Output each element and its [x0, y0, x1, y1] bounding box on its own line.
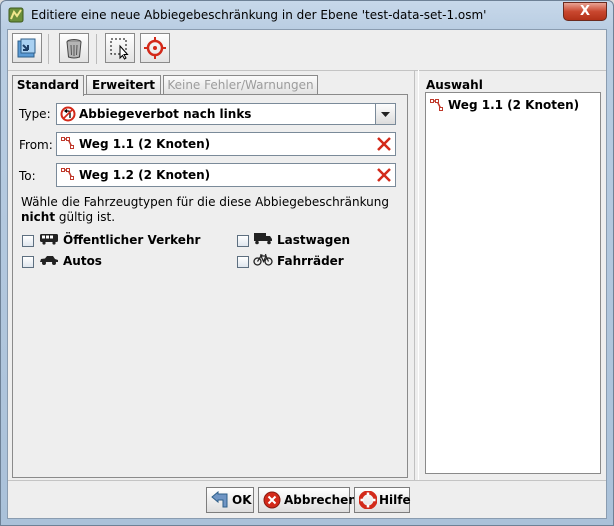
dialog-content: Standard Erweitert Keine Fehler/Warnunge…: [7, 29, 607, 519]
bicycle-icon: [253, 253, 273, 266]
josm-app-icon: [8, 7, 24, 23]
dialog-button-bar: OK Abbrechen Hilfe: [8, 480, 606, 519]
toolbar-separator: [48, 34, 49, 64]
from-way-value: Weg 1.1 (2 Knoten): [79, 137, 211, 151]
selection-pane: Auswahl Weg 1.1 (2 Knoten): [422, 72, 604, 478]
split-pane-divider[interactable]: [414, 70, 419, 480]
toolbar-separator: [96, 34, 97, 64]
to-way-value: Weg 1.2 (2 Knoten): [79, 168, 211, 182]
ok-icon: [211, 491, 228, 508]
vehicle-label-bicycle: Fahrräder: [277, 254, 344, 268]
ok-label: OK: [232, 493, 252, 507]
car-icon: [40, 256, 58, 265]
ok-button[interactable]: OK: [206, 487, 254, 513]
from-label: From:: [19, 138, 53, 152]
zoom-to-icon: [144, 37, 166, 59]
vehicle-label-truck: Lastwagen: [277, 233, 351, 247]
delete-x-icon[interactable]: [375, 166, 393, 184]
delete-button[interactable]: [59, 33, 89, 63]
title-bar[interactable]: Editiere eine neue Abbiegebeschränkung i…: [1, 1, 613, 29]
vehicle-label-public-transport: Öffentlicher Verkehr: [63, 233, 201, 247]
type-label: Type:: [19, 107, 51, 121]
chevron-down-icon: [381, 112, 390, 117]
window-title: Editiere eine neue Abbiegebeschränkung i…: [31, 8, 487, 22]
way-icon: [61, 168, 74, 180]
dialog-window: Editiere eine neue Abbiegebeschränkung i…: [0, 0, 614, 526]
checkbox-car[interactable]: [22, 256, 34, 268]
tab-panel-standard: Type: Abbiegeverbot nach links From: Weg…: [12, 94, 408, 478]
delete-x-icon[interactable]: [375, 135, 393, 153]
vehicle-label-car: Autos: [63, 254, 102, 268]
tab-standard[interactable]: Standard: [12, 75, 84, 96]
description-text: Wähle die Fahrzeugtypen für die diese Ab…: [21, 195, 389, 209]
vehicle-exception-description: Wähle die Fahrzeugtypen für die diese Ab…: [21, 195, 401, 225]
no-left-turn-icon: [60, 106, 76, 122]
trash-icon: [66, 39, 82, 59]
cancel-button[interactable]: Abbrechen: [258, 487, 357, 513]
select-icon: [110, 38, 129, 60]
checkbox-public-transport[interactable]: [22, 235, 34, 247]
description-emphasis: nicht: [21, 210, 56, 224]
cancel-label: Abbrechen: [284, 493, 357, 507]
bus-icon: [40, 234, 58, 245]
selection-title: Auswahl: [426, 78, 483, 92]
help-button[interactable]: Hilfe: [354, 487, 411, 513]
to-label: To:: [19, 169, 36, 183]
close-button[interactable]: X: [563, 2, 607, 21]
checkbox-truck[interactable]: [237, 235, 249, 247]
apply-button[interactable]: [12, 33, 42, 63]
help-label: Hilfe: [379, 493, 411, 507]
cancel-icon: [263, 491, 281, 509]
tab-erweitert[interactable]: Erweitert: [86, 75, 161, 94]
restriction-type-select[interactable]: Abbiegeverbot nach links: [56, 103, 396, 125]
select-button[interactable]: [105, 33, 135, 63]
apply-icon: [17, 38, 36, 58]
way-icon: [430, 99, 443, 111]
from-way-field[interactable]: Weg 1.1 (2 Knoten): [56, 132, 396, 156]
way-icon: [61, 137, 74, 149]
tab-warnings: Keine Fehler/Warnungen: [163, 75, 318, 94]
checkbox-bicycle[interactable]: [237, 256, 249, 268]
description-text-end: gültig ist.: [55, 210, 116, 224]
zoom-to-button[interactable]: [140, 33, 170, 63]
truck-icon: [254, 233, 272, 245]
restriction-editor-pane: Standard Erweitert Keine Fehler/Warnunge…: [10, 72, 410, 478]
to-way-field[interactable]: Weg 1.2 (2 Knoten): [56, 163, 396, 187]
selection-list: Weg 1.1 (2 Knoten): [425, 92, 601, 474]
restriction-type-value: Abbiegeverbot nach links: [79, 107, 252, 121]
list-item-label: Weg 1.1 (2 Knoten): [448, 98, 580, 112]
lifebuoy-icon: [359, 491, 377, 509]
toolbar: [8, 30, 606, 71]
dropdown-button[interactable]: [375, 104, 395, 124]
